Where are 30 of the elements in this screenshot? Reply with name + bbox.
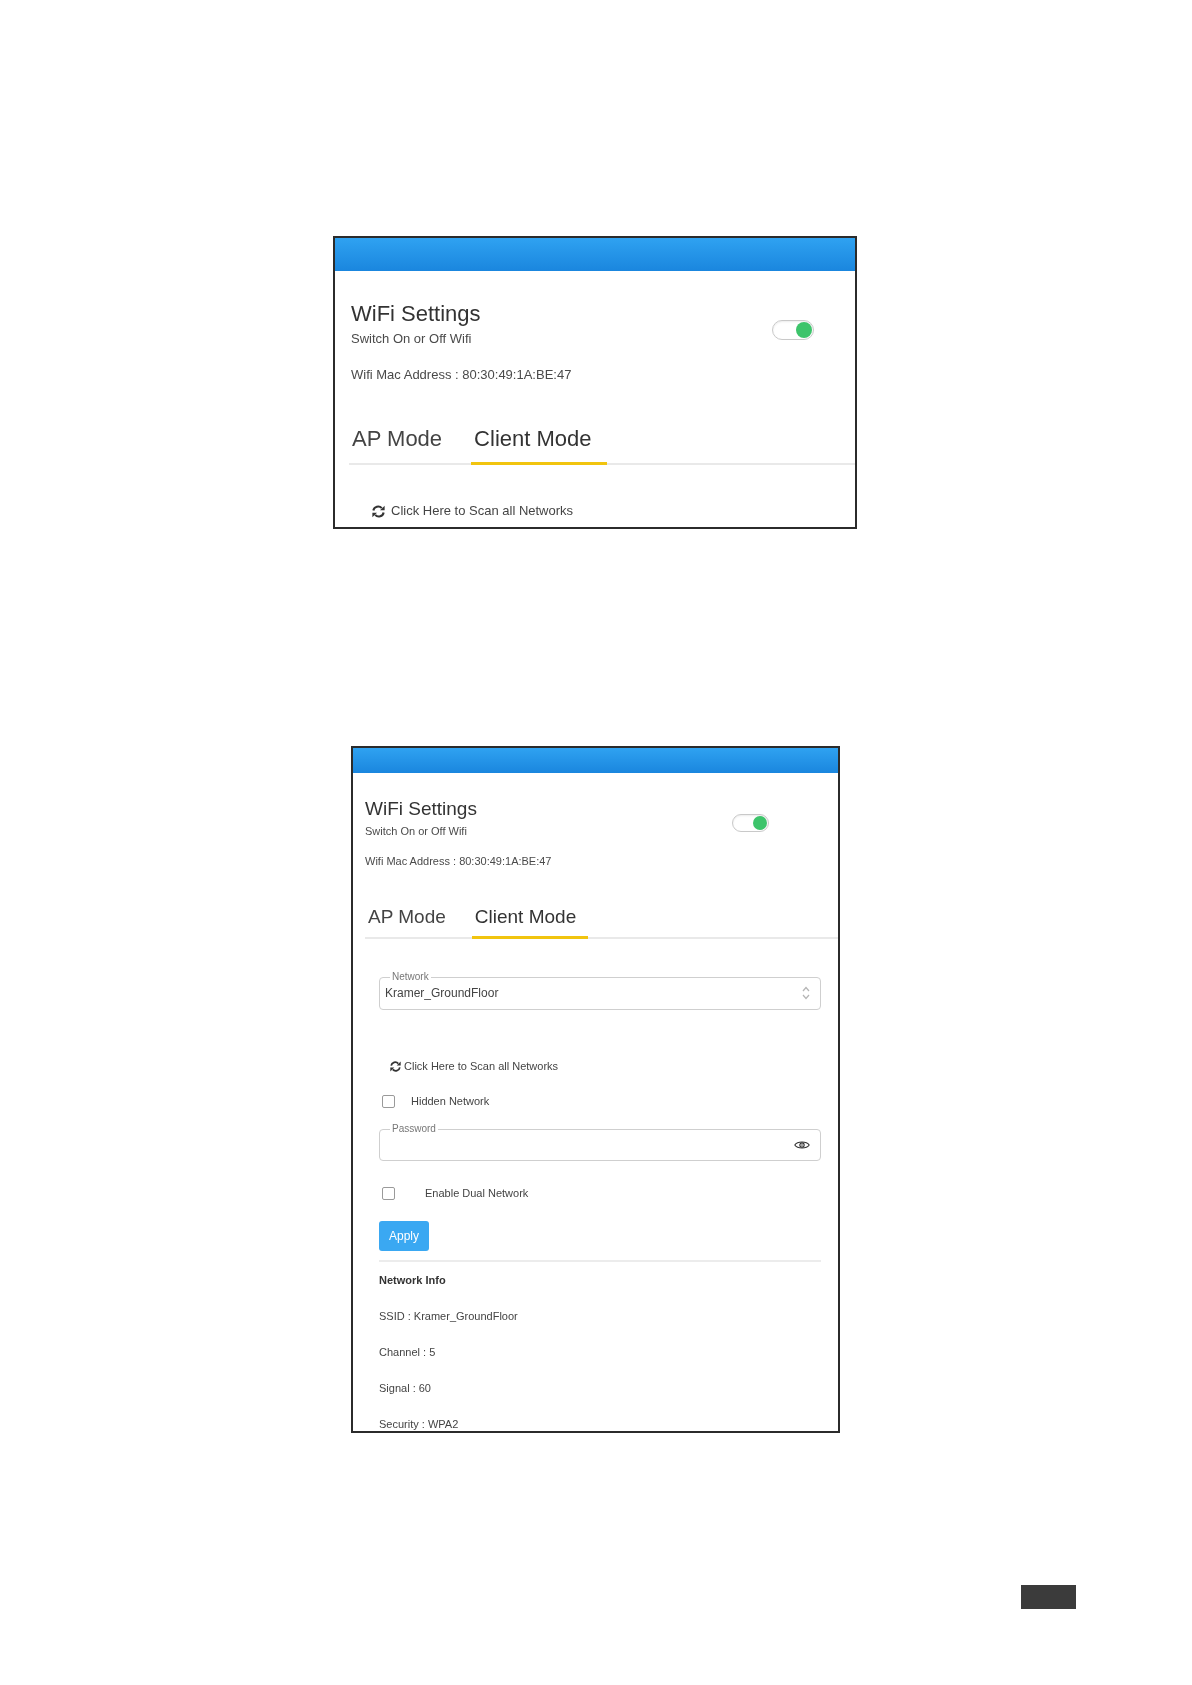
eye-icon[interactable] — [794, 1139, 810, 1150]
refresh-icon — [372, 504, 385, 518]
refresh-icon — [390, 1060, 401, 1072]
panel-title: WiFi Settings — [365, 798, 478, 820]
password-field[interactable]: Password — [379, 1123, 821, 1161]
updown-chevron-icon — [802, 986, 810, 1000]
mac-address-text: Wifi Mac Address : 80:30:49:1A:BE:47 — [351, 367, 572, 383]
panel-subtitle: Switch On or Off Wifi — [351, 331, 473, 347]
wifi-toggle[interactable] — [732, 814, 769, 832]
mode-tab[interactable]: AP Mode — [349, 426, 458, 465]
checkbox[interactable] — [382, 1186, 395, 1200]
scan-networks-link[interactable]: Click Here to Scan all Networks — [379, 1059, 559, 1073]
footer-block — [1021, 1585, 1076, 1609]
section-heading: Network Info — [379, 1273, 447, 1287]
checkbox-label: Enable Dual Network — [425, 1186, 529, 1200]
checkbox[interactable] — [382, 1094, 395, 1108]
info-text: SSID : Kramer_GroundFloor — [379, 1309, 519, 1323]
mode-tab[interactable]: Client Mode — [471, 426, 607, 465]
checkbox-label: Hidden Network — [411, 1094, 490, 1108]
info-text: Signal : 60 — [379, 1381, 432, 1395]
panel-subtitle: Switch On or Off Wifi — [365, 824, 468, 838]
info-text: Channel : 5 — [379, 1345, 437, 1359]
scan-networks-link[interactable]: Click Here to Scan all Networks — [361, 503, 574, 519]
info-text: Security : WPA2 — [379, 1417, 460, 1431]
wifi-toggle[interactable] — [772, 320, 814, 340]
mode-tab[interactable]: AP Mode — [365, 906, 458, 939]
mode-tab[interactable]: Client Mode — [471, 906, 589, 939]
network-select[interactable]: Network Kramer_GroundFloor — [379, 971, 821, 1010]
panel-title: WiFi Settings — [351, 302, 482, 326]
mac-address-text: Wifi Mac Address : 80:30:49:1A:BE:47 — [365, 854, 552, 868]
